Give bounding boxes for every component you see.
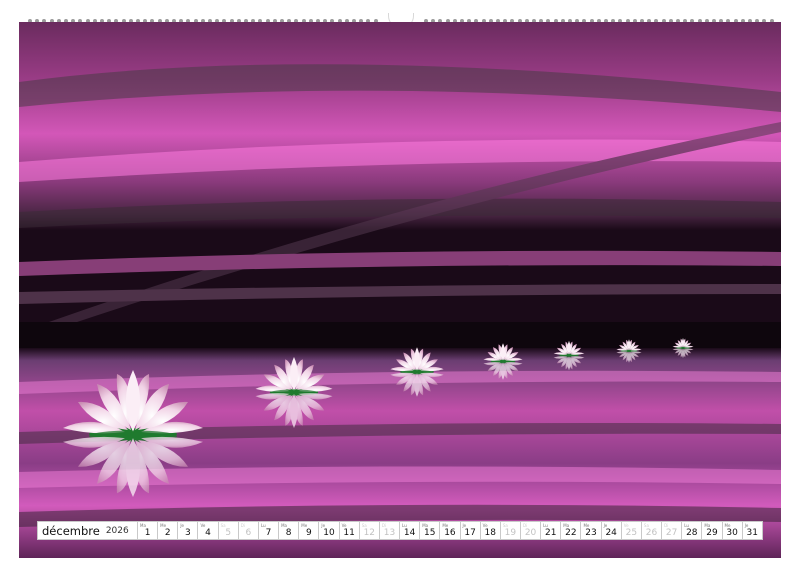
day-cell: Ma 29 xyxy=(702,521,723,540)
day-cell: Sa 5 xyxy=(218,521,239,540)
day-cell: Lu 7 xyxy=(258,521,280,540)
day-cell: Di 27 xyxy=(662,521,683,540)
day-cell: Je 31 xyxy=(742,521,763,540)
day-cell: Di 13 xyxy=(379,521,401,540)
day-cell: Me 9 xyxy=(299,521,320,540)
day-number: 9 xyxy=(305,528,312,538)
calendar-strip: décembre 2026 Ma 1 Me 2 Je 3 Ve 4 Sa 5 Di 6 Lu 7 Ma 8 Me… xyxy=(37,521,763,540)
day-number: 28 xyxy=(686,528,698,538)
day-cell: Ve 4 xyxy=(198,521,219,540)
day-cell: Ve 18 xyxy=(480,521,501,540)
month-name: décembre xyxy=(42,523,100,538)
day-cell: Je 10 xyxy=(319,521,340,540)
calendar-photo xyxy=(19,22,781,558)
day-cell: Sa 12 xyxy=(359,521,380,540)
day-cell: Je 3 xyxy=(178,521,199,540)
day-number: 1 xyxy=(144,528,151,538)
day-number: 18 xyxy=(484,528,496,538)
day-cell: Ma 15 xyxy=(420,521,441,540)
day-number: 24 xyxy=(605,528,617,538)
day-cell: Je 24 xyxy=(601,521,622,540)
day-number: 27 xyxy=(665,528,678,538)
day-number: 29 xyxy=(706,528,718,538)
day-number: 16 xyxy=(444,528,456,538)
day-cell: Di 20 xyxy=(520,521,542,540)
day-cells: Ma 1 Me 2 Je 3 Ve 4 Sa 5 Di 6 Lu 7 Ma 8 Me 9 Je 10 Ve 11 Sa 12 D… xyxy=(138,521,763,540)
day-cell: Je 17 xyxy=(460,521,481,540)
day-number: 7 xyxy=(265,528,272,538)
day-number: 11 xyxy=(343,528,355,538)
day-number: 6 xyxy=(245,528,252,538)
day-number: 14 xyxy=(403,528,416,538)
day-number: 10 xyxy=(323,528,335,538)
day-cell: Lu 21 xyxy=(541,521,562,540)
day-number: 30 xyxy=(726,528,738,538)
day-number: 19 xyxy=(504,528,517,538)
day-cell: Sa 26 xyxy=(641,521,663,540)
day-number: 22 xyxy=(565,528,577,538)
day-cell: Ve 11 xyxy=(339,521,360,540)
day-cell: Me 16 xyxy=(440,521,461,540)
day-number: 13 xyxy=(383,528,396,538)
day-number: 8 xyxy=(285,528,292,538)
day-number: 23 xyxy=(585,528,597,538)
day-number: 15 xyxy=(424,528,436,538)
day-number: 3 xyxy=(185,528,191,538)
day-number: 31 xyxy=(746,528,758,538)
day-cell: Ma 22 xyxy=(561,521,582,540)
day-number: 2 xyxy=(164,528,171,538)
day-cell: Ma 8 xyxy=(279,521,300,540)
day-number: 20 xyxy=(524,528,537,538)
day-cell: Me 2 xyxy=(158,521,179,540)
day-cell: Me 30 xyxy=(722,521,743,540)
day-cell: Di 6 xyxy=(238,521,259,540)
day-number: 25 xyxy=(625,528,638,538)
month-label-cell: décembre 2026 xyxy=(37,521,138,540)
day-cell: Me 23 xyxy=(581,521,602,540)
day-number: 21 xyxy=(544,528,557,538)
year-label: 2026 xyxy=(105,525,129,536)
day-number: 5 xyxy=(225,528,232,538)
day-cell: Ve 25 xyxy=(621,521,642,540)
day-cell: Lu 28 xyxy=(682,521,703,540)
day-number: 12 xyxy=(363,528,376,538)
day-cell: Ma 1 xyxy=(138,521,159,540)
day-cell: Sa 19 xyxy=(500,521,521,540)
day-cell: Lu 14 xyxy=(400,521,421,540)
day-number: 26 xyxy=(645,528,658,538)
day-number: 17 xyxy=(464,528,476,538)
day-number: 4 xyxy=(205,528,211,538)
